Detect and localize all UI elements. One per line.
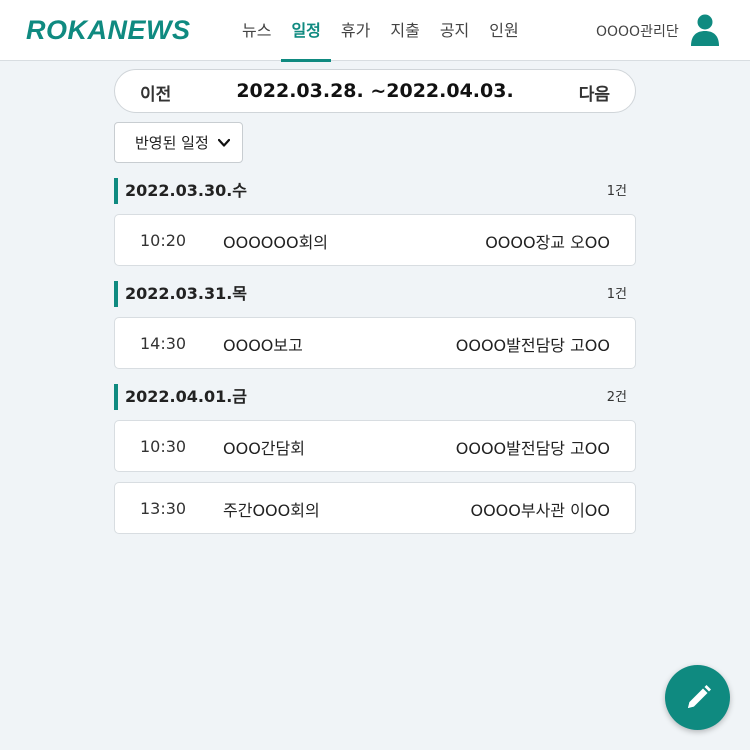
- user-icon[interactable]: [690, 14, 720, 46]
- pencil-icon: [687, 684, 711, 708]
- event-time: 14:30: [140, 334, 187, 353]
- event-title: OOOOOO회의: [223, 233, 329, 252]
- next-week-button[interactable]: 다음: [579, 80, 610, 105]
- event-time: 13:30: [140, 499, 187, 518]
- nav-item-news[interactable]: 뉴스: [232, 0, 281, 61]
- day-group: 2022.04.01.금 2건 10:30 OOO간담회 OOOO발전담당 고O…: [114, 384, 636, 534]
- event-card[interactable]: 10:20 OOOOOO회의 OOOO장교 오OO: [114, 214, 636, 266]
- nav-item-expense[interactable]: 지출: [380, 0, 429, 61]
- main-nav: 뉴스 일정 휴가 지출 공지 인원: [232, 0, 529, 62]
- day-event-count: 1건: [606, 287, 627, 302]
- nav-item-personnel[interactable]: 인원: [479, 0, 528, 61]
- add-schedule-button[interactable]: [665, 665, 730, 730]
- chevron-down-icon: [218, 138, 230, 147]
- day-date: 2022.03.31.목: [125, 284, 248, 303]
- event-card[interactable]: 13:30 주간OOO회의 OOOO부사관 이OO: [114, 482, 636, 534]
- day-header: 2022.03.31.목 1건: [114, 281, 636, 307]
- event-person: OOOO발전담당 고OO: [455, 439, 610, 458]
- day-group: 2022.03.30.수 1건 10:20 OOOOOO회의 OOOO장교 오O…: [114, 178, 636, 266]
- schedule-main: 이전 2022.03.28. ~2022.04.03. 다음 반영된 일정 20…: [114, 69, 636, 534]
- event-title: OOO간담회: [223, 439, 305, 458]
- event-title: OOOO보고: [223, 336, 303, 355]
- brand-logo[interactable]: ROKANEWS: [26, 15, 191, 46]
- week-navigator: 이전 2022.03.28. ~2022.04.03. 다음: [114, 69, 636, 113]
- week-range-label: 2022.03.28. ~2022.04.03.: [236, 80, 514, 102]
- top-navbar: ROKANEWS 뉴스 일정 휴가 지출 공지 인원 OOOO관리단: [0, 0, 750, 62]
- day-header: 2022.04.01.금 2건: [114, 384, 636, 410]
- nav-item-notice[interactable]: 공지: [430, 0, 479, 61]
- event-person: OOOO장교 오OO: [485, 233, 610, 252]
- nav-item-schedule[interactable]: 일정: [281, 0, 332, 62]
- schedule-filter-select[interactable]: 반영된 일정: [114, 122, 243, 163]
- event-title: 주간OOO회의: [223, 501, 320, 520]
- day-event-count: 2건: [606, 390, 627, 405]
- event-person: OOOO부사관 이OO: [470, 501, 610, 520]
- nav-item-vacation[interactable]: 휴가: [331, 0, 380, 61]
- event-person: OOOO발전담당 고OO: [455, 336, 610, 355]
- day-group: 2022.03.31.목 1건 14:30 OOOO보고 OOOO발전담당 고O…: [114, 281, 636, 369]
- day-date: 2022.04.01.금: [125, 387, 248, 406]
- event-card[interactable]: 14:30 OOOO보고 OOOO발전담당 고OO: [114, 317, 636, 369]
- day-date: 2022.03.30.수: [125, 181, 248, 200]
- org-name[interactable]: OOOO관리단: [596, 21, 679, 41]
- day-event-count: 1건: [606, 184, 627, 199]
- event-time: 10:30: [140, 437, 187, 456]
- filter-selected-value: 반영된 일정: [135, 134, 209, 152]
- day-header: 2022.03.30.수 1건: [114, 178, 636, 204]
- event-time: 10:20: [140, 231, 187, 250]
- event-card[interactable]: 10:30 OOO간담회 OOOO발전담당 고OO: [114, 420, 636, 472]
